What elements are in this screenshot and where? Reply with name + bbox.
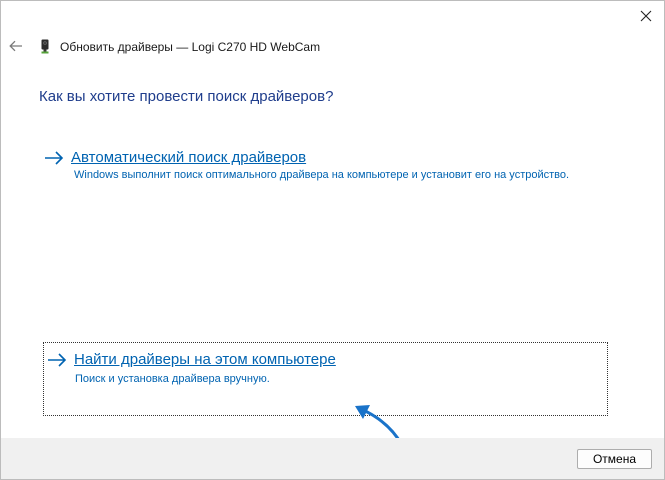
- close-icon: [640, 10, 652, 22]
- webcam-device-icon: [41, 39, 49, 54]
- auto-search-description: Windows выполнит поиск оптимального драй…: [74, 169, 570, 181]
- back-button[interactable]: [7, 36, 25, 56]
- browse-computer-title[interactable]: Найти драйверы на этом компьютере: [74, 351, 336, 368]
- main-question: Как вы хотите провести поиск драйверов?: [39, 88, 334, 105]
- arrow-right-icon: [45, 151, 64, 165]
- browse-computer-option[interactable]: Найти драйверы на этом компьютере Поиск …: [43, 342, 608, 416]
- browse-computer-description: Поиск и установка драйвера вручную.: [75, 373, 270, 385]
- auto-search-title[interactable]: Автоматический поиск драйверов: [71, 149, 306, 166]
- update-drivers-dialog: Обновить драйверы — Logi C270 HD WebCam …: [0, 0, 665, 480]
- close-button[interactable]: [631, 5, 661, 27]
- arrow-right-icon: [48, 353, 67, 367]
- cancel-button[interactable]: Отмена: [577, 449, 652, 469]
- dialog-footer: Отмена: [1, 438, 664, 479]
- dialog-title: Обновить драйверы — Logi C270 HD WebCam: [60, 40, 321, 54]
- auto-search-option[interactable]: Автоматический поиск драйверов Windows в…: [43, 148, 608, 190]
- back-arrow-icon: [9, 40, 22, 52]
